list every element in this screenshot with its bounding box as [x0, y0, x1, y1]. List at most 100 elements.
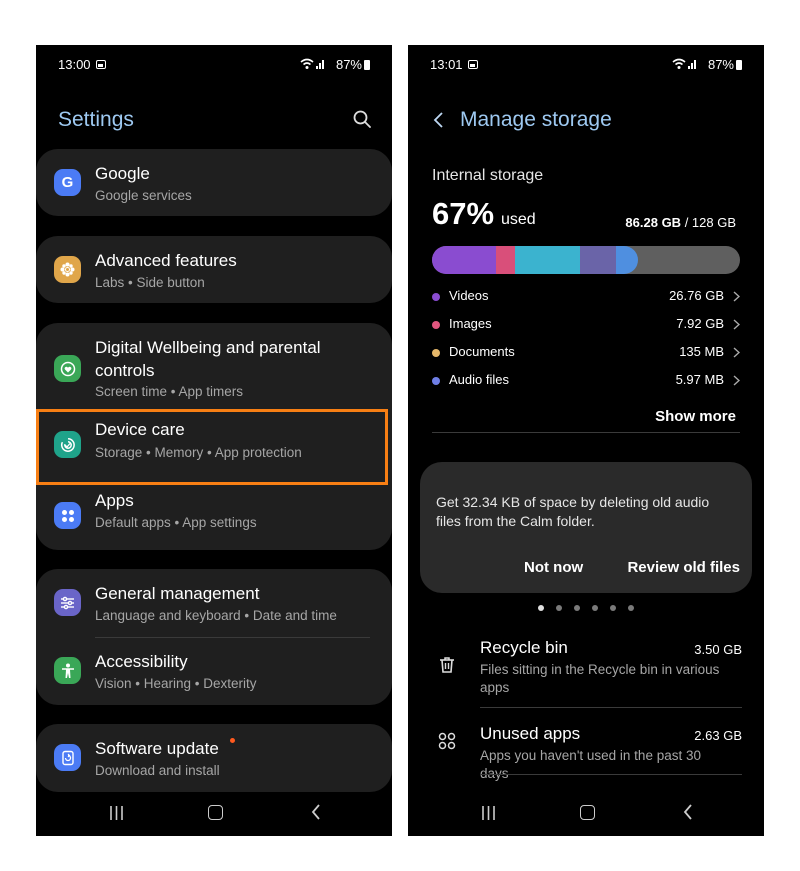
suggestion-card: Get 32.34 KB of space by deleting old au…	[420, 462, 752, 593]
legend-name: Videos	[449, 288, 489, 303]
legend-row-documents[interactable]: Documents 135 MB	[432, 344, 740, 364]
settings-item-apps[interactable]: Apps Default apps • App settings	[36, 483, 392, 550]
legend-color-dot	[432, 377, 440, 385]
general-accessibility-card: General management Language and keyboard…	[36, 569, 392, 705]
manage-storage-screen: 13:01 87% Manage storage Internal storag…	[408, 45, 764, 836]
page-dot	[574, 605, 580, 611]
sliders-icon	[54, 589, 81, 616]
legend-color-dot	[432, 293, 440, 301]
legend-name: Images	[449, 316, 492, 331]
gallery-notification-icon	[468, 60, 478, 69]
settings-screen: 13:00 87% Settings G Google Google servi…	[36, 45, 392, 836]
navigation-bar	[408, 790, 764, 836]
show-more-button[interactable]: Show more	[655, 408, 736, 425]
unused-apps-item[interactable]: Unused apps 2.63 GB Apps you haven't use…	[408, 719, 764, 781]
advanced-card: Advanced features Labs • Side button	[36, 236, 392, 303]
item-subtitle: Download and install	[95, 763, 220, 778]
settings-item-digital-wellbeing[interactable]: Digital Wellbeing and parental controls …	[36, 323, 392, 410]
back-nav-icon[interactable]	[311, 804, 321, 820]
legend-row-videos[interactable]: Videos 26.76 GB	[432, 288, 740, 308]
item-title: General management	[95, 584, 260, 603]
home-icon[interactable]	[208, 805, 223, 820]
gallery-notification-icon	[96, 60, 106, 69]
back-nav-icon[interactable]	[683, 804, 693, 820]
item-title: Unused apps	[480, 724, 581, 743]
page-dot	[592, 605, 598, 611]
software-update-icon	[54, 744, 81, 771]
page-title: Manage storage	[460, 108, 612, 131]
item-subtitle: Google services	[95, 188, 192, 203]
battery-icon	[736, 60, 742, 70]
recycle-bin-item[interactable]: Recycle bin 3.50 GB Files sitting in the…	[408, 633, 764, 709]
item-title: Advanced features	[95, 251, 237, 270]
divider	[480, 707, 742, 708]
item-title: Digital Wellbeing and parental controls	[95, 338, 321, 380]
legend-size: 7.92 GB	[676, 316, 724, 331]
storage-segment-images	[496, 246, 516, 274]
legend-size: 5.97 MB	[675, 372, 724, 387]
settings-item-accessibility[interactable]: Accessibility Vision • Hearing • Dexteri…	[36, 637, 392, 705]
page-title: Settings	[58, 108, 134, 131]
search-icon[interactable]	[352, 109, 372, 129]
legend-row-audio-files[interactable]: Audio files 5.97 MB	[432, 372, 740, 392]
item-title: Software update	[95, 739, 219, 758]
storage-usage-bar	[432, 246, 740, 274]
item-subtitle: Apps you haven't used in the past 30 day…	[480, 748, 701, 781]
device-care-highlight	[36, 409, 388, 485]
recent-apps-icon[interactable]	[109, 806, 124, 820]
heart-leaf-icon	[54, 355, 81, 382]
trash-icon	[440, 657, 454, 673]
update-badge	[230, 738, 235, 743]
navigation-bar	[36, 790, 392, 836]
page-dot	[556, 605, 562, 611]
item-size: 3.50 GB	[694, 642, 742, 657]
page-indicator	[538, 605, 638, 611]
settings-item-advanced-features[interactable]: Advanced features Labs • Side button	[36, 236, 392, 303]
battery-indicator: 87%	[708, 57, 742, 72]
item-subtitle: Vision • Hearing • Dexterity	[95, 676, 257, 691]
item-subtitle: Labs • Side button	[95, 275, 205, 290]
page-dot	[628, 605, 634, 611]
divider	[480, 774, 742, 775]
settings-item-google[interactable]: G Google Google services	[36, 149, 392, 216]
home-icon[interactable]	[580, 805, 595, 820]
chevron-right-icon	[733, 375, 740, 386]
item-title: Google	[95, 164, 150, 183]
settings-item-general-management[interactable]: General management Language and keyboard…	[36, 569, 392, 637]
not-now-button[interactable]: Not now	[524, 559, 583, 576]
apps-grid-icon	[54, 502, 81, 529]
legend-name: Documents	[449, 344, 515, 359]
apps-dots-icon	[438, 732, 456, 750]
status-time: 13:00	[58, 57, 91, 72]
item-size: 2.63 GB	[694, 728, 742, 743]
section-label: Internal storage	[432, 167, 544, 184]
settings-item-software-update[interactable]: Software update Download and install	[36, 724, 392, 792]
battery-indicator: 87%	[336, 57, 370, 72]
item-title: Accessibility	[95, 652, 188, 671]
gear-flower-icon	[54, 256, 81, 283]
google-icon: G	[54, 169, 81, 196]
review-old-files-button[interactable]: Review old files	[627, 559, 740, 576]
storage-total: 86.28 GB / 128 GB	[625, 215, 736, 230]
back-arrow-icon[interactable]	[432, 111, 444, 129]
wifi-signal-icon	[300, 58, 324, 69]
google-card: G Google Google services	[36, 149, 392, 216]
software-update-card: Software update Download and install	[36, 724, 392, 792]
item-subtitle: Files sitting in the Recycle bin in vari…	[480, 662, 720, 695]
item-subtitle: Screen time • App timers	[95, 384, 244, 399]
suggestion-message: Get 32.34 KB of space by deleting old au…	[436, 494, 710, 529]
page-dot	[610, 605, 616, 611]
item-subtitle: Default apps • App settings	[95, 515, 257, 530]
legend-color-dot	[432, 321, 440, 329]
storage-segment-other	[615, 246, 639, 274]
item-subtitle: Language and keyboard • Date and time	[95, 608, 337, 623]
legend-row-images[interactable]: Images 7.92 GB	[432, 316, 740, 336]
chevron-right-icon	[733, 291, 740, 302]
page-dot-active	[538, 605, 544, 611]
storage-segment-videos	[432, 246, 497, 274]
item-title: Apps	[95, 491, 134, 510]
recent-apps-icon[interactable]	[481, 806, 496, 820]
legend-color-dot	[432, 349, 440, 357]
status-time: 13:01	[430, 57, 463, 72]
storage-segment-documents	[515, 246, 581, 274]
